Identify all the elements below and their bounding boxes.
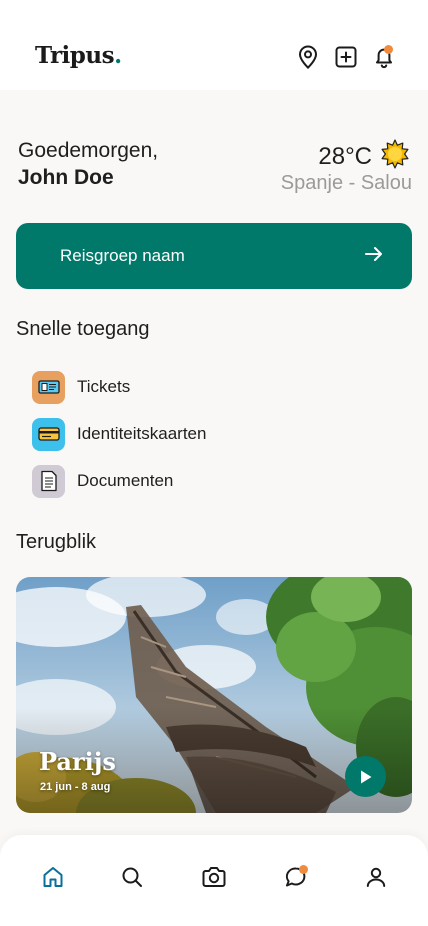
quick-access-id-cards[interactable]: Identiteitskaarten: [32, 417, 206, 451]
recap-card-dates: 21 jun - 8 aug: [40, 781, 111, 793]
profile-icon[interactable]: [362, 863, 390, 891]
play-icon: [360, 770, 371, 783]
home-icon[interactable]: [39, 863, 67, 891]
sun-icon: [380, 139, 410, 174]
quick-access-label: Tickets: [77, 377, 131, 396]
map-pin-icon[interactable]: [295, 44, 321, 70]
weather-location: Spanje - Salou: [280, 172, 412, 194]
ticket-icon: [32, 370, 65, 404]
app-logo[interactable]: Tripus.: [35, 42, 122, 69]
search-icon[interactable]: [118, 863, 146, 891]
recap-title: Terugblik: [16, 531, 97, 553]
greeting-text: Goedemorgen,: [18, 139, 159, 162]
user-name: John Doe: [18, 166, 114, 189]
notification-dot: [384, 45, 393, 54]
chat-notification-dot: [299, 865, 308, 874]
travel-group-button[interactable]: Reisgroep naam: [16, 223, 412, 289]
travel-group-label: Reisgroep naam: [60, 246, 185, 265]
quick-access-label: Documenten: [77, 471, 174, 490]
arrow-right-icon: [364, 244, 384, 269]
bottom-navigation: [0, 835, 428, 926]
camera-icon[interactable]: [200, 863, 228, 891]
quick-access-title: Snelle toegang: [16, 318, 150, 340]
add-square-icon[interactable]: [333, 44, 359, 70]
quick-access-label: Identiteitskaarten: [77, 424, 207, 443]
top-bar: Tripus.: [0, 0, 428, 90]
recap-card[interactable]: Parijs 21 jun - 8 aug: [16, 577, 412, 813]
recap-card-title: Parijs: [39, 747, 116, 776]
play-button[interactable]: [345, 756, 386, 797]
quick-access-tickets[interactable]: Tickets: [32, 370, 130, 404]
document-icon: [32, 464, 65, 498]
weather: 28°C: [318, 139, 410, 174]
temperature: 28°C: [318, 142, 372, 170]
id-card-icon: [32, 417, 65, 451]
quick-access-documents[interactable]: Documenten: [32, 464, 173, 498]
